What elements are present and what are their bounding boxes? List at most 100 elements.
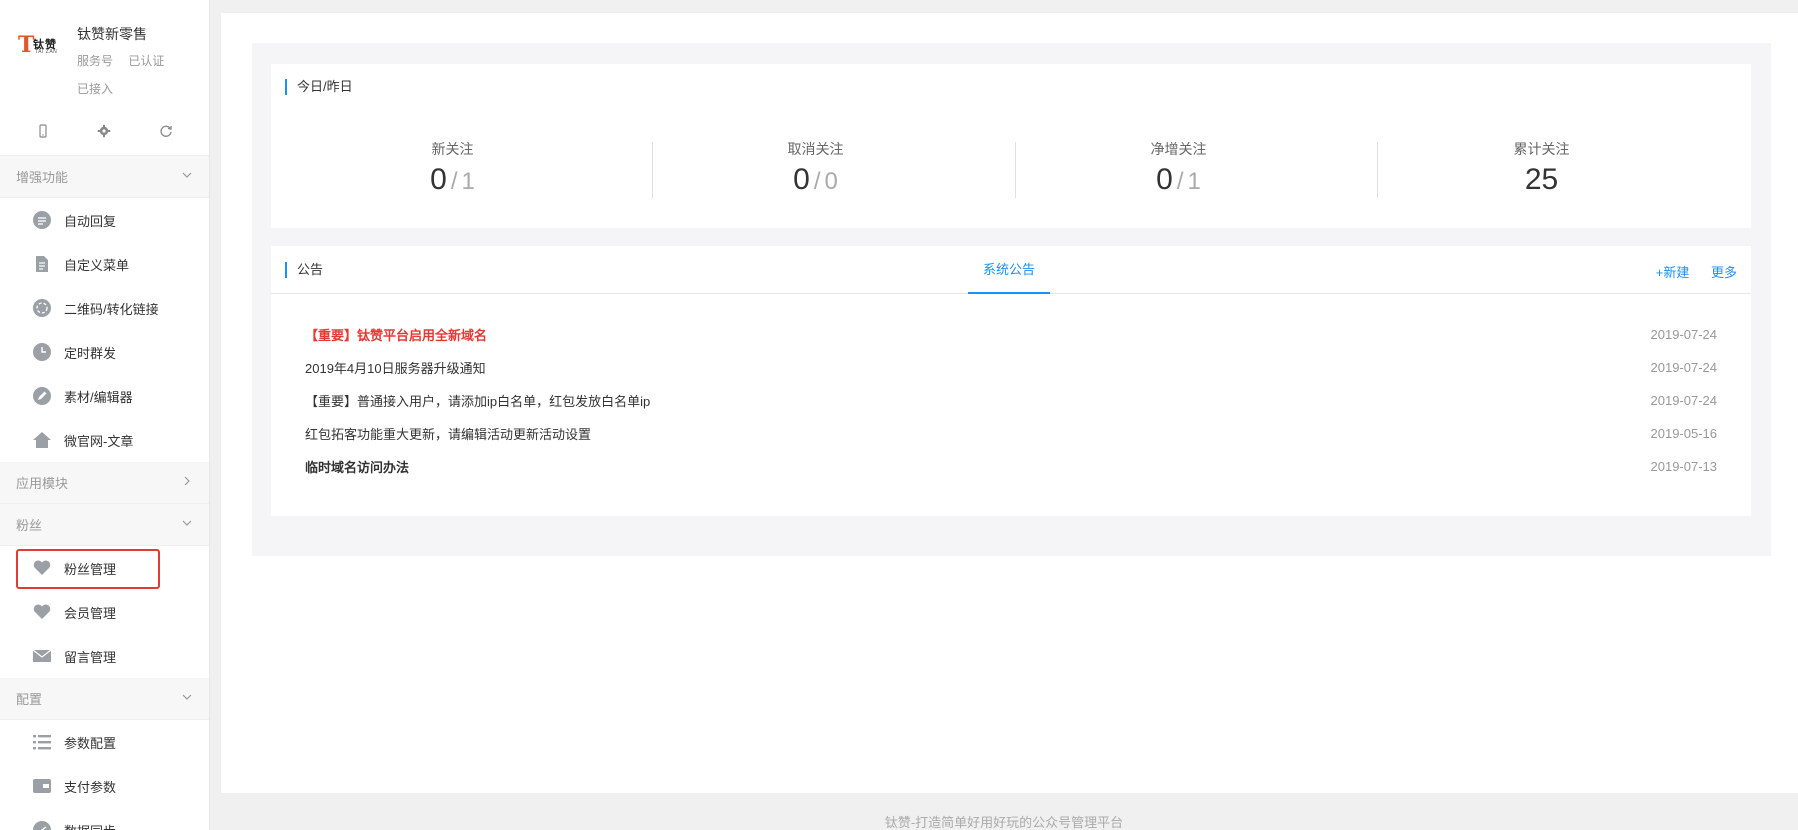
stat-unfollow: 取消关注 0/0 [634, 139, 997, 197]
stat-today: 0 [1156, 163, 1173, 196]
gear-icon[interactable] [97, 124, 111, 143]
menu-item-fan-management[interactable]: 粉丝管理 [0, 546, 209, 590]
mail-icon [32, 646, 52, 666]
group-enhanced[interactable]: 增强功能 [0, 156, 209, 198]
notice-row[interactable]: 临时域名访问办法 2019-07-13 [305, 450, 1717, 483]
stat-net-follow: 净增关注 0/1 [997, 139, 1360, 197]
menu-item-auto-reply[interactable]: 自动回复 [0, 198, 209, 242]
notice-row-title[interactable]: 临时域名访问办法 [305, 457, 409, 476]
account-meta: 服务号 已认证 [77, 52, 176, 69]
stat-label: 取消关注 [787, 141, 844, 157]
menu-item-member-management[interactable]: 会员管理 [0, 590, 209, 634]
notice-row-date: 2019-05-16 [1650, 426, 1718, 441]
notice-row-title[interactable]: 【重要】钛赞平台启用全新域名 [305, 325, 487, 344]
group-fans[interactable]: 粉丝 [0, 504, 209, 546]
menu-item-custom-menu[interactable]: 自定义菜单 [0, 242, 209, 286]
notice-row-date: 2019-07-24 [1650, 360, 1718, 375]
stat-value: 25 [1360, 163, 1723, 197]
new-notice-button[interactable]: +新建 [1656, 265, 1690, 280]
account-type: 服务号 [77, 54, 114, 68]
clock-icon [32, 342, 52, 362]
notice-card: 公告 系统公告 +新建 更多 【重要】钛赞平台启用全新域名 2019-07-24… [271, 246, 1751, 516]
account-name: 钛赞新零售 [77, 26, 147, 42]
sidebar: T 钛赞 TAI ZAN 钛赞新零售 服务号 已认证 已接入 增强功能 自动回复 [0, 0, 210, 830]
menu-item-message-management[interactable]: 留言管理 [0, 634, 209, 678]
menu-item-label: 数据同步 [64, 821, 116, 830]
notice-row-title[interactable]: 【重要】普通接入用户，请添加ip白名单，红包发放白名单ip [305, 391, 650, 410]
menu-list-enhanced: 自动回复 自定义菜单 二维码/转化链接 定时群发 素材/编辑器 微官网-文章 [0, 198, 209, 462]
qrcode-icon [32, 298, 52, 318]
logo-letter: T [18, 32, 35, 58]
notice-row[interactable]: 【重要】普通接入用户，请添加ip白名单，红包发放白名单ip 2019-07-24 [305, 384, 1717, 417]
menu-item-scheduled-send[interactable]: 定时群发 [0, 330, 209, 374]
document-icon [32, 254, 52, 274]
menu-item-materials[interactable]: 素材/编辑器 [0, 374, 209, 418]
brand-logo: T 钛赞 TAI ZAN [18, 32, 62, 58]
main-content: 今日/昨日 新关注 0/1 取消关注 0/0 净增关注 0/1 累计关注 25 … [221, 13, 1798, 793]
stat-value: 0/1 [997, 163, 1360, 199]
stat-yesterday: 1 [1187, 168, 1201, 195]
menu-item-label: 微官网-文章 [64, 433, 134, 449]
menu-item-label: 粉丝管理 [64, 561, 117, 577]
menu-item-label: 会员管理 [64, 605, 117, 621]
group-config[interactable]: 配置 [0, 678, 209, 720]
notice-row[interactable]: 2019年4月10日服务器升级通知 2019-07-24 [305, 351, 1717, 384]
notice-row-date: 2019-07-13 [1650, 459, 1718, 474]
menu-item-payment-params[interactable]: 支付参数 [0, 764, 209, 808]
notice-list: 【重要】钛赞平台启用全新域名 2019-07-24 2019年4月10日服务器升… [305, 318, 1717, 483]
menu-item-data-sync[interactable]: 数据同步 [0, 808, 209, 830]
pencil-icon [32, 386, 52, 406]
group-label: 配置 [16, 692, 43, 707]
notice-row[interactable]: 红包拓客功能重大更新，请编辑活动更新活动设置 2019-05-16 [305, 417, 1717, 450]
stat-value: 0/0 [634, 163, 997, 199]
menu-item-qrcode[interactable]: 二维码/转化链接 [0, 286, 209, 330]
stat-today: 0 [793, 163, 810, 196]
sync-icon [32, 820, 52, 830]
chevron-down-icon [181, 691, 193, 706]
stats-card: 今日/昨日 新关注 0/1 取消关注 0/0 净增关注 0/1 累计关注 25 [271, 64, 1751, 228]
stats-title: 今日/昨日 [285, 79, 353, 95]
chat-icon [32, 210, 52, 230]
account-toolbar [0, 112, 209, 156]
menu-list-config: 参数配置 支付参数 数据同步 [0, 720, 209, 830]
verified-badge: 已认证 [128, 54, 165, 68]
stat-total: 25 [1524, 163, 1559, 196]
wallet-icon [32, 776, 52, 796]
mobile-icon[interactable] [36, 124, 50, 143]
stat-separator: / [813, 168, 821, 195]
menu-item-label: 留言管理 [64, 649, 117, 665]
notice-row-date: 2019-07-24 [1650, 327, 1718, 342]
tab-system-notice[interactable]: 系统公告 [968, 246, 1050, 294]
stat-yesterday: 1 [461, 168, 475, 195]
stat-label: 新关注 [431, 141, 474, 157]
menu-item-label: 参数配置 [64, 735, 117, 751]
notice-row-date: 2019-07-24 [1650, 393, 1718, 408]
menu-item-micro-site[interactable]: 微官网-文章 [0, 418, 209, 462]
group-app-modules[interactable]: 应用模块 [0, 462, 209, 504]
menu-item-label: 自定义菜单 [64, 257, 130, 273]
page-footer: 钛赞-打造简单好用好玩的公众号管理平台 [884, 815, 1124, 830]
stat-separator: / [1176, 168, 1184, 195]
notice-header: 公告 系统公告 +新建 更多 [271, 246, 1751, 294]
refresh-icon[interactable] [159, 124, 173, 143]
notice-row[interactable]: 【重要】钛赞平台启用全新域名 2019-07-24 [305, 318, 1717, 351]
notice-row-title[interactable]: 2019年4月10日服务器升级通知 [305, 358, 486, 377]
chevron-right-icon [181, 475, 193, 490]
stat-separator: / [450, 168, 458, 195]
notice-title: 公告 [285, 262, 323, 278]
home-icon [32, 430, 52, 450]
stat-total-follow: 累计关注 25 [1360, 139, 1723, 197]
chevron-down-icon [181, 517, 193, 532]
stat-label: 净增关注 [1150, 141, 1207, 157]
heart-icon [32, 602, 52, 622]
chevron-down-icon [181, 169, 193, 184]
group-label: 粉丝 [16, 518, 43, 533]
menu-item-label: 素材/编辑器 [64, 389, 133, 405]
logo-en-text: TAI ZAN [35, 49, 58, 55]
more-notices-link[interactable]: 更多 [1711, 265, 1737, 280]
stat-new-follow: 新关注 0/1 [271, 139, 634, 197]
notice-row-title[interactable]: 红包拓客功能重大更新，请编辑活动更新活动设置 [305, 424, 591, 443]
menu-item-param-config[interactable]: 参数配置 [0, 720, 209, 764]
stat-yesterday: 0 [824, 168, 838, 195]
dashboard-panel: 今日/昨日 新关注 0/1 取消关注 0/0 净增关注 0/1 累计关注 25 … [252, 43, 1771, 556]
